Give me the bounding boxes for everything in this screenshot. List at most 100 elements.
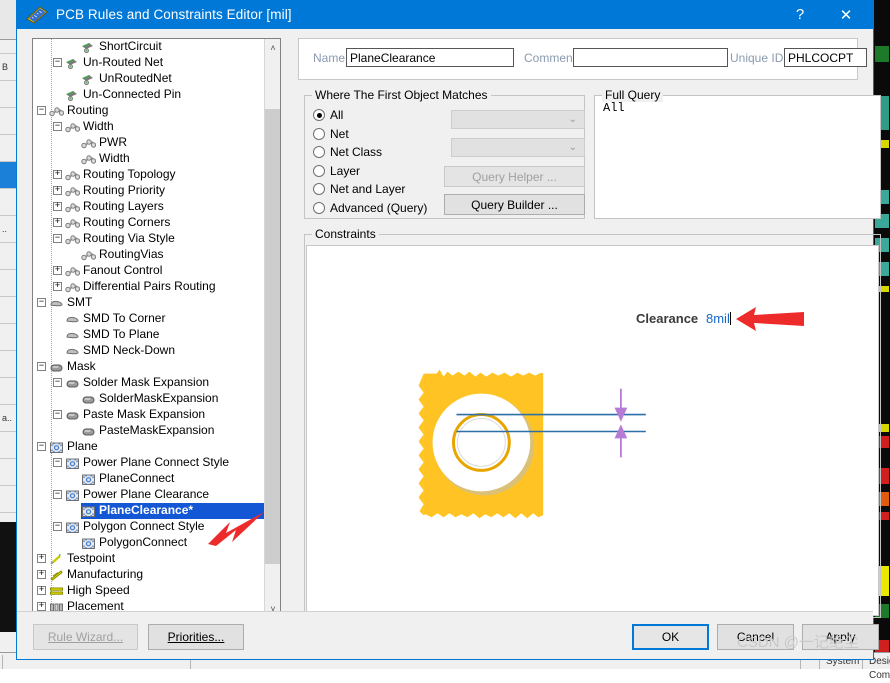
- query-helper-button[interactable]: Query Helper ...: [444, 166, 585, 187]
- net-class-combo[interactable]: ⌄: [451, 138, 585, 157]
- expand-icon[interactable]: +: [37, 602, 46, 612]
- tree-item-smt[interactable]: − SMT: [33, 295, 265, 311]
- name-input[interactable]: [346, 48, 514, 67]
- radio-net-and-layer[interactable]: Net and Layer: [313, 180, 453, 199]
- tree-item-solder-mask-expansion[interactable]: − Solder Mask Expansion: [33, 375, 265, 391]
- expand-icon[interactable]: +: [53, 186, 62, 196]
- tree-item-planeconnect[interactable]: PlaneConnect: [33, 471, 265, 487]
- radio-button[interactable]: [313, 146, 325, 159]
- annotation-arrow-tree: [208, 512, 264, 546]
- tree-item-smd-to-corner[interactable]: SMD To Corner: [33, 311, 265, 327]
- tree-item-power-plane-clearance[interactable]: − Power Plane Clearance: [33, 487, 265, 503]
- collapse-icon[interactable]: −: [37, 442, 46, 452]
- radio-net-class[interactable]: Net Class: [313, 143, 453, 162]
- radio-all[interactable]: All: [313, 106, 453, 125]
- collapse-icon[interactable]: −: [53, 378, 62, 388]
- tree-item-pastemaskexpansion[interactable]: PasteMaskExpansion: [33, 423, 265, 439]
- tree-item-routing-topology[interactable]: + Routing Topology: [33, 167, 265, 183]
- tree-item-routing-layers[interactable]: + Routing Layers: [33, 199, 265, 215]
- tree-item-differential-pairs-routing[interactable]: + Differential Pairs Routing: [33, 279, 265, 295]
- tree-item-routing-corners[interactable]: + Routing Corners: [33, 215, 265, 231]
- tree-item-manufacturing[interactable]: + Manufacturing: [33, 567, 265, 583]
- tree-item-routing[interactable]: − Routing: [33, 103, 265, 119]
- net-combo[interactable]: ⌄: [451, 110, 585, 129]
- radio-button[interactable]: [313, 127, 325, 140]
- collapse-icon[interactable]: −: [37, 362, 46, 372]
- tree-item-smd-to-plane[interactable]: SMD To Plane: [33, 327, 265, 343]
- priorities-button[interactable]: Priorities...: [148, 624, 244, 650]
- radio-advanced-query[interactable]: Advanced (Query): [313, 199, 453, 218]
- collapse-icon[interactable]: −: [37, 106, 46, 116]
- tree-item-width[interactable]: Width: [33, 151, 265, 167]
- expand-icon[interactable]: +: [53, 170, 62, 180]
- expand-icon[interactable]: +: [37, 554, 46, 564]
- cancel-button[interactable]: Cancel: [717, 624, 794, 650]
- expand-icon[interactable]: +: [53, 202, 62, 212]
- tree-item-label: Power Plane Clearance: [83, 487, 210, 501]
- collapse-icon[interactable]: −: [53, 122, 62, 132]
- comment-input[interactable]: [573, 48, 728, 67]
- radio-button[interactable]: [313, 164, 325, 177]
- unique-id-input[interactable]: [784, 48, 867, 67]
- collapse-icon[interactable]: −: [53, 58, 62, 68]
- collapse-icon[interactable]: −: [53, 522, 62, 532]
- tree-item-label: PWR: [99, 135, 127, 149]
- radio-button[interactable]: [313, 183, 325, 196]
- expand-icon[interactable]: +: [53, 218, 62, 228]
- tree-item-paste-mask-expansion[interactable]: − Paste Mask Expansion: [33, 407, 265, 423]
- tree-item-un-routed-net[interactable]: − Un-Routed Net: [33, 55, 265, 71]
- chevron-down-icon: ⌄: [568, 142, 577, 153]
- tree-item-label: PasteMaskExpansion: [99, 423, 215, 437]
- help-icon[interactable]: ?: [777, 0, 823, 29]
- rule-wizard-button[interactable]: Rule Wizard...: [33, 624, 138, 650]
- routing-icon: [65, 185, 81, 197]
- collapse-icon[interactable]: −: [53, 458, 62, 468]
- tree-item-routing-priority[interactable]: + Routing Priority: [33, 183, 265, 199]
- radio-button[interactable]: [313, 201, 325, 214]
- expand-icon[interactable]: +: [53, 282, 62, 292]
- tree-item-width[interactable]: − Width: [33, 119, 265, 135]
- apply-button[interactable]: Apply: [802, 624, 879, 650]
- expand-icon[interactable]: +: [37, 570, 46, 580]
- tree-item-routingvias[interactable]: RoutingVias: [33, 247, 265, 263]
- tree-item-soldermaskexpansion[interactable]: SolderMaskExpansion: [33, 391, 265, 407]
- tree-item-fanout-control[interactable]: + Fanout Control: [33, 263, 265, 279]
- scrollbar-thumb[interactable]: [265, 109, 280, 564]
- radio-net[interactable]: Net: [313, 125, 453, 144]
- tree-item-routing-via-style[interactable]: − Routing Via Style: [33, 231, 265, 247]
- tree-item-plane[interactable]: − Plane: [33, 439, 265, 455]
- tree-item-pwr[interactable]: PWR: [33, 135, 265, 151]
- tree-item-power-plane-connect-style[interactable]: − Power Plane Connect Style: [33, 455, 265, 471]
- constraints-group: Constraints Clearance 8mil: [304, 227, 881, 618]
- routing-icon: [65, 233, 81, 245]
- tree-item-mask[interactable]: − Mask: [33, 359, 265, 375]
- ok-button[interactable]: OK: [632, 624, 709, 650]
- tree-item-high-speed[interactable]: + High Speed: [33, 583, 265, 599]
- tree-item-un-connected-pin[interactable]: Un-Connected Pin: [33, 87, 265, 103]
- expand-icon[interactable]: +: [53, 266, 62, 276]
- expand-icon[interactable]: +: [37, 586, 46, 596]
- close-icon[interactable]: ✕: [823, 0, 869, 29]
- tree-item-smd-neck-down[interactable]: SMD Neck-Down: [33, 343, 265, 359]
- clearance-value[interactable]: 8mil: [706, 311, 731, 326]
- collapse-icon[interactable]: −: [53, 410, 62, 420]
- tree-item-testpoint[interactable]: + Testpoint: [33, 551, 265, 567]
- collapse-icon[interactable]: −: [53, 490, 62, 500]
- query-builder-button[interactable]: Query Builder ...: [444, 194, 585, 215]
- scroll-up-arrow[interactable]: ˄: [265, 39, 280, 56]
- tree-item-label: Routing Corners: [83, 215, 171, 229]
- clearance-label: Clearance: [636, 311, 699, 326]
- tree-item-unroutednet[interactable]: UnRoutedNet: [33, 71, 265, 87]
- radio-layer[interactable]: Layer: [313, 162, 453, 181]
- collapse-icon[interactable]: −: [53, 234, 62, 244]
- radio-label: Net: [330, 126, 349, 141]
- plane-icon: [81, 505, 96, 518]
- radio-button[interactable]: [313, 109, 325, 122]
- mask-icon: [81, 425, 96, 436]
- collapse-icon[interactable]: −: [37, 298, 46, 308]
- tree-item-shortcircuit[interactable]: ShortCircuit: [33, 39, 265, 55]
